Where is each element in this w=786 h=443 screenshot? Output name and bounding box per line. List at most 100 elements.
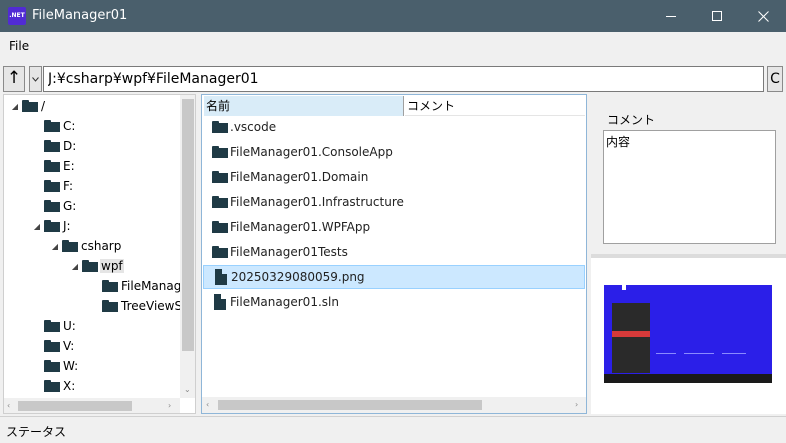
tree-item[interactable]: G:	[32, 197, 77, 215]
tree-item[interactable]: ◢ wpf	[70, 257, 124, 275]
tree-item-label: D:	[63, 139, 77, 153]
file-list-horizontal-scroll-thumb[interactable]	[218, 400, 482, 410]
dotnet-app-icon: .NET	[8, 7, 26, 25]
comment-textbox[interactable]: 内容	[603, 130, 776, 244]
tree-item-label: /	[41, 99, 46, 113]
maximize-icon	[712, 11, 722, 21]
folder-icon	[44, 220, 60, 232]
tree-expander-icon[interactable]: ◢	[10, 102, 20, 111]
preview-detail	[656, 353, 676, 354]
folder-icon	[212, 196, 228, 208]
tree-expander-icon[interactable]: ◢	[50, 242, 60, 251]
tree-vertical-scroll-thumb[interactable]	[182, 99, 194, 351]
status-bar: ステータス	[0, 416, 786, 443]
tree-expander-icon[interactable]: ◢	[32, 222, 42, 231]
file-list[interactable]: 名前 コメント .vscode FileManager01.ConsoleApp F…	[201, 94, 587, 414]
scroll-right-icon[interactable]: ›	[575, 400, 578, 409]
refresh-button[interactable]: C	[767, 66, 783, 92]
close-button[interactable]	[740, 0, 786, 32]
scroll-down-icon[interactable]: ⌄	[184, 385, 191, 394]
comment-label: コメント	[607, 113, 656, 127]
minimize-button[interactable]	[648, 0, 694, 32]
tree-item[interactable]: C:	[32, 117, 76, 135]
folder-icon	[212, 121, 228, 133]
details-panel: コメント 内容	[591, 94, 786, 414]
file-list-row[interactable]: FileManager01.ConsoleApp	[203, 140, 585, 164]
tree-item[interactable]: V:	[32, 337, 75, 355]
folder-icon	[22, 100, 38, 112]
file-list-row[interactable]: FileManager01.sln	[203, 290, 585, 314]
tree-item[interactable]: F:	[32, 177, 74, 195]
file-list-row[interactable]: FileManager01.Infrastructure	[203, 190, 585, 214]
tree-expander-icon[interactable]: ◢	[70, 262, 80, 271]
menu-file[interactable]: File	[8, 39, 30, 53]
file-list-row[interactable]: FileManager01Tests	[203, 240, 585, 264]
file-name: FileManager01.Infrastructure	[230, 195, 404, 209]
tree-vertical-scrollbar[interactable]: ⌄	[180, 95, 195, 398]
preview-detail	[604, 374, 772, 383]
file-list-row[interactable]: 20250329080059.png	[203, 265, 585, 289]
scroll-left-icon[interactable]: ‹	[206, 400, 209, 409]
window-title: FileManager01	[32, 8, 128, 23]
folder-icon	[44, 360, 60, 372]
file-name: FileManager01.WPFApp	[230, 220, 371, 234]
file-name: 20250329080059.png	[231, 270, 365, 284]
tree-item[interactable]: ◢ csharp	[50, 237, 122, 255]
tree-horizontal-scrollbar[interactable]: ‹ ›	[4, 398, 180, 413]
tree-item-label: csharp	[81, 239, 122, 253]
tree-item[interactable]: D:	[32, 137, 77, 155]
path-input[interactable]	[43, 66, 764, 92]
chevron-down-icon	[32, 76, 39, 82]
file-name: FileManager01Tests	[230, 245, 348, 259]
folder-icon	[44, 320, 60, 332]
folder-icon	[44, 380, 60, 392]
folder-icon	[102, 300, 118, 312]
tree-item-label: G:	[63, 199, 77, 213]
file-list-row[interactable]: .vscode	[203, 115, 585, 139]
scroll-right-icon[interactable]: ›	[168, 401, 171, 410]
tree-item-label: C:	[63, 119, 76, 133]
preview-detail	[722, 353, 746, 354]
file-icon	[212, 294, 226, 310]
file-name: FileManager01.ConsoleApp	[230, 145, 393, 159]
folder-icon	[212, 146, 228, 158]
folder-tree[interactable]: ◢/C:D:E:F:G:◢J:◢csharp◢wpfFileManager01T…	[3, 94, 196, 414]
folder-icon	[44, 200, 60, 212]
maximize-button[interactable]	[694, 0, 740, 32]
minimize-icon	[666, 15, 676, 17]
tree-horizontal-scroll-thumb[interactable]	[18, 401, 132, 411]
folder-icon	[82, 260, 98, 272]
folder-icon	[212, 221, 228, 233]
tree-item-label: X:	[63, 379, 76, 393]
tree-item[interactable]: ◢ J:	[32, 217, 72, 235]
status-text: ステータス	[6, 425, 67, 439]
file-list-row[interactable]: FileManager01.Domain	[203, 165, 585, 189]
tree-item[interactable]: U:	[32, 317, 77, 335]
title-bar[interactable]: .NET FileManager01	[0, 0, 786, 32]
tree-item-label: W:	[63, 359, 79, 373]
column-header-name[interactable]: 名前	[204, 96, 404, 116]
image-preview-area	[591, 258, 786, 414]
folder-icon	[102, 280, 118, 292]
tree-item-label: wpf	[100, 259, 124, 273]
file-icon	[213, 269, 227, 285]
tree-item[interactable]: W:	[32, 357, 79, 375]
history-dropdown-button[interactable]	[29, 66, 42, 92]
tree-item-label: U:	[63, 319, 76, 333]
column-header-comment[interactable]: コメント	[405, 96, 585, 116]
folder-icon	[44, 340, 60, 352]
close-icon	[757, 10, 769, 22]
file-list-row[interactable]: FileManager01.WPFApp	[203, 215, 585, 239]
tree-item[interactable]: X:	[32, 377, 76, 395]
file-list-horizontal-scrollbar[interactable]: ‹ ›	[202, 397, 586, 413]
tree-item[interactable]: E:	[32, 157, 76, 175]
preview-detail	[612, 331, 650, 337]
scroll-left-icon[interactable]: ‹	[7, 401, 10, 410]
up-folder-button[interactable]: ↑	[3, 66, 25, 92]
folder-icon	[62, 240, 78, 252]
tree-item[interactable]: ◢ /	[10, 97, 46, 115]
tree-item-label: J:	[63, 219, 71, 233]
folder-icon	[44, 160, 60, 172]
preview-detail	[612, 303, 650, 373]
tree-item-label: E:	[63, 159, 75, 173]
